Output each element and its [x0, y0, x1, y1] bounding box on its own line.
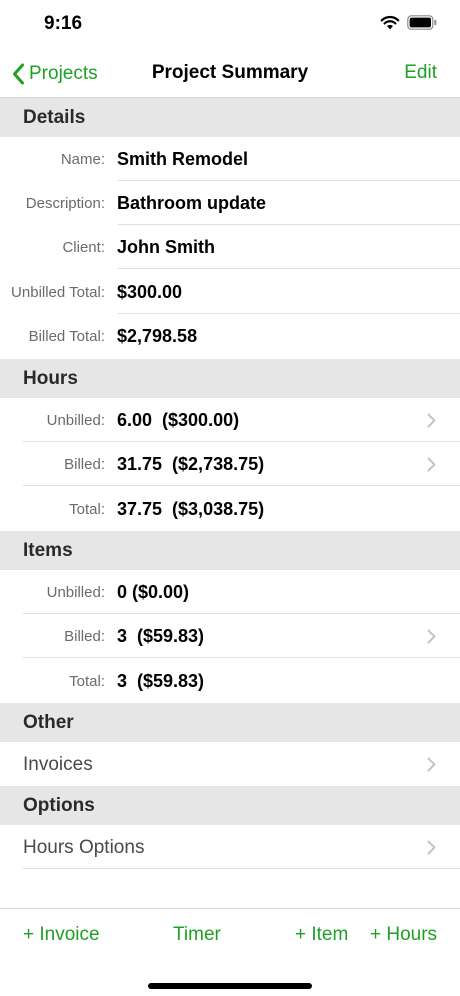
section-title: Other: [23, 712, 74, 733]
row-value: 3 ($59.83): [117, 671, 205, 691]
row-label: Total:: [69, 501, 105, 518]
row-value: 37.75 ($3,038.75): [117, 499, 265, 519]
items-row-unbilled: Unbilled: 0 ($0.00): [0, 570, 460, 614]
wifi-icon: [380, 15, 400, 30]
row-label: Client:: [62, 239, 105, 256]
detail-row-description: Description: Bathroom update: [0, 181, 460, 225]
chevron-right-icon: [427, 629, 436, 644]
row-value: $2,798.58: [117, 326, 198, 346]
timer-button[interactable]: Timer: [173, 924, 221, 946]
add-item-button[interactable]: + Item: [295, 924, 348, 946]
row-label: Unbilled:: [46, 412, 105, 429]
detail-row-billed-total: Billed Total: $2,798.58: [0, 314, 460, 358]
edit-button[interactable]: Edit: [404, 62, 437, 84]
section-title: Options: [23, 795, 95, 816]
section-header-other: Other: [0, 703, 460, 742]
row-value: Smith Remodel: [117, 149, 249, 169]
row-label: Name:: [60, 151, 105, 168]
chevron-right-icon: [427, 757, 436, 772]
status-time: 9:16: [44, 13, 83, 34]
section-header-options: Options: [0, 786, 460, 825]
row-value: 3 ($59.83): [117, 626, 205, 646]
hours-options-label: Hours Options: [23, 837, 145, 858]
row-value: Bathroom update: [117, 193, 267, 213]
section-header-details: Details: [0, 98, 460, 137]
chevron-right-icon: [427, 457, 436, 472]
row-value: 6.00 ($300.00): [117, 410, 240, 430]
status-bar: 9:16: [0, 0, 460, 50]
section-header-hours: Hours: [0, 359, 460, 398]
row-label: Description:: [25, 195, 105, 212]
row-value: 0 ($0.00): [117, 582, 190, 602]
hours-row-total: Total: 37.75 ($3,038.75): [0, 487, 460, 531]
detail-row-name: Name: Smith Remodel: [0, 137, 460, 181]
add-invoice-button[interactable]: + Invoice: [23, 924, 100, 946]
items-row-total: Total: 3 ($59.83): [0, 659, 460, 703]
hours-row-billed[interactable]: Billed: 31.75 ($2,738.75): [0, 442, 460, 486]
home-indicator[interactable]: [148, 983, 312, 989]
row-value: John Smith: [117, 237, 215, 257]
detail-row-client: Client: John Smith: [0, 225, 460, 269]
invoices-label: Invoices: [23, 754, 93, 775]
row-value: 31.75 ($2,738.75): [117, 454, 265, 474]
hours-row-unbilled[interactable]: Unbilled: 6.00 ($300.00): [0, 398, 460, 442]
section-header-items: Items: [0, 531, 460, 570]
detail-row-unbilled-total: Unbilled Total: $300.00: [0, 270, 460, 314]
invoices-row[interactable]: Invoices: [0, 742, 460, 786]
chevron-right-icon: [427, 413, 436, 428]
section-title: Items: [23, 540, 73, 561]
row-value: $300.00: [117, 282, 183, 302]
navigation-bar: Projects Project Summary Edit: [0, 50, 460, 98]
row-label: Billed:: [64, 628, 105, 645]
section-title: Details: [23, 107, 86, 128]
row-label: Billed Total:: [28, 328, 105, 345]
items-row-billed[interactable]: Billed: 3 ($59.83): [0, 614, 460, 658]
row-label: Unbilled:: [46, 584, 105, 601]
chevron-right-icon: [427, 840, 436, 855]
row-label: Unbilled Total:: [11, 284, 105, 301]
hours-options-row[interactable]: Hours Options: [0, 825, 460, 869]
page-title: Project Summary: [151, 62, 309, 83]
row-label: Billed:: [64, 456, 105, 473]
section-title: Hours: [23, 368, 78, 389]
bottom-toolbar: + Invoice Timer + Item + Hours: [0, 908, 460, 996]
battery-icon: [407, 15, 437, 30]
add-hours-button[interactable]: + Hours: [370, 924, 437, 946]
row-label: Total:: [69, 673, 105, 690]
